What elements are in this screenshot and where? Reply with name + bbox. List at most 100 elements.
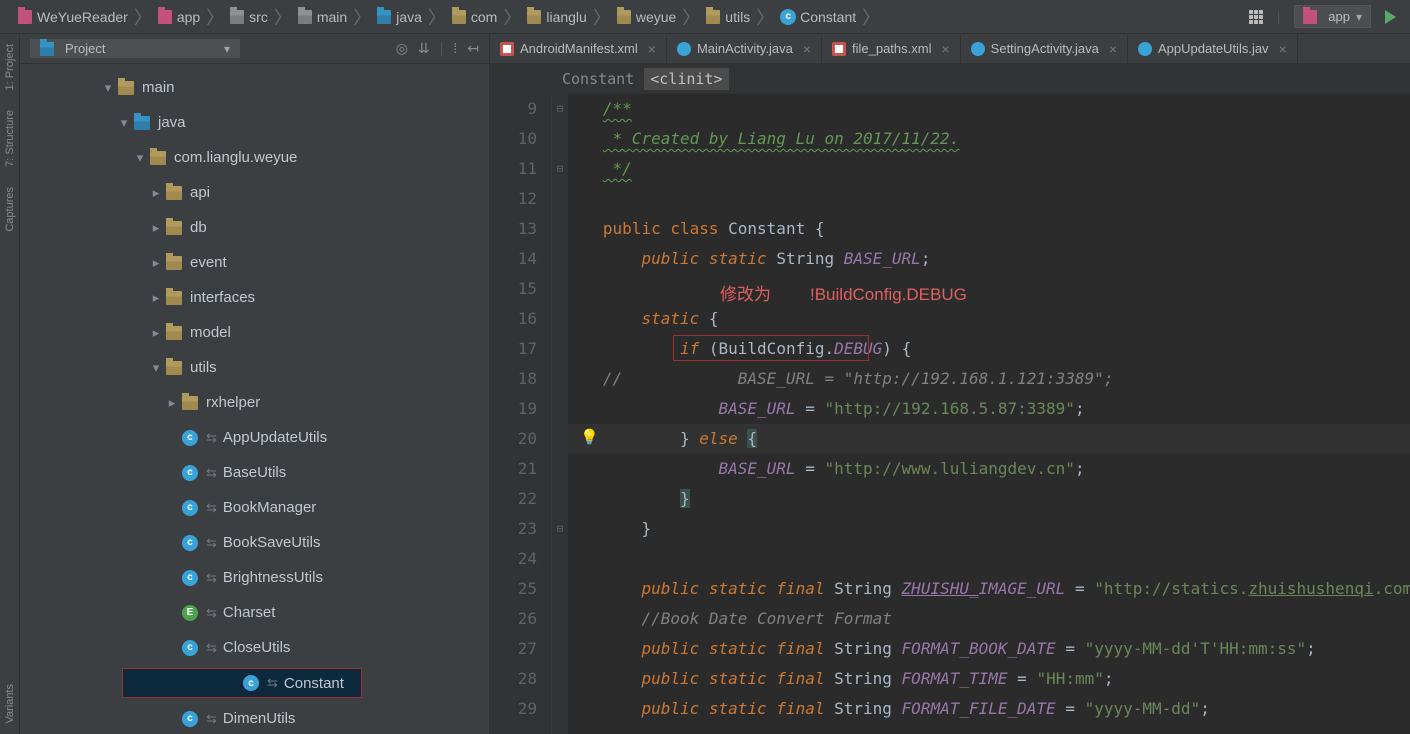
fold-column[interactable]: ⊟ ⊟ ⊟ [552, 94, 568, 734]
code-line[interactable] [568, 274, 1410, 304]
code-line[interactable]: public static final String FORMAT_FILE_D… [568, 694, 1410, 724]
expand-arrow-icon[interactable]: ▸ [166, 395, 178, 411]
expand-arrow-icon[interactable]: ▾ [118, 115, 130, 131]
tree-node[interactable]: c⇆DimenUtils [20, 701, 489, 734]
breadcrumb-item[interactable]: src [226, 9, 272, 25]
fold-marker[interactable] [552, 274, 568, 304]
fold-marker[interactable] [552, 484, 568, 514]
code-line[interactable]: */ [568, 154, 1410, 184]
fold-marker[interactable] [552, 604, 568, 634]
breadcrumb-item[interactable]: weyue [613, 9, 680, 25]
code-line[interactable]: * Created by Liang Lu on 2017/11/22. [568, 124, 1410, 154]
editor-tab[interactable]: AndroidManifest.xml× [490, 34, 667, 63]
close-icon[interactable]: × [1275, 41, 1287, 57]
code-line[interactable]: if (BuildConfig.DEBUG) { [568, 334, 1410, 364]
code-line[interactable]: // BASE_URL = "http://192.168.1.121:3389… [568, 364, 1410, 394]
fold-marker[interactable] [552, 184, 568, 214]
tree-node[interactable]: E⇆Charset [20, 595, 489, 630]
fold-marker[interactable] [552, 244, 568, 274]
tree-node[interactable]: ▾com.lianglu.weyue [20, 140, 489, 175]
fold-marker[interactable] [552, 634, 568, 664]
expand-arrow-icon[interactable]: ▸ [150, 185, 162, 201]
tree-node[interactable]: ▸api [20, 175, 489, 210]
breadcrumb-item[interactable]: lianglu [523, 9, 590, 25]
intention-bulb-icon[interactable]: 💡 [580, 422, 599, 452]
close-icon[interactable]: × [937, 41, 949, 57]
grid-icon[interactable] [1249, 10, 1263, 24]
breadcrumb-item[interactable]: app [154, 9, 204, 25]
tool-tab-captures[interactable]: Captures [3, 177, 17, 242]
fold-marker[interactable] [552, 664, 568, 694]
expand-arrow-icon[interactable]: ▸ [150, 325, 162, 341]
code-line[interactable]: public static final String FORMAT_TIME =… [568, 664, 1410, 694]
fold-marker[interactable]: ⊟ [552, 94, 568, 124]
code-line[interactable]: BASE_URL = "http://www.luliangdev.cn"; [568, 454, 1410, 484]
tree-node[interactable]: ▸db [20, 210, 489, 245]
expand-arrow-icon[interactable]: ▾ [134, 150, 146, 166]
fold-marker[interactable] [552, 214, 568, 244]
tree-node[interactable]: c⇆BaseUtils [20, 455, 489, 490]
code-line[interactable]: public class Constant { [568, 214, 1410, 244]
expand-arrow-icon[interactable]: ▸ [150, 220, 162, 236]
breadcrumb-item[interactable]: WeYueReader [14, 9, 132, 25]
tree-node[interactable]: c⇆CloseUtils [20, 630, 489, 665]
fold-marker[interactable] [552, 124, 568, 154]
fold-marker[interactable] [552, 334, 568, 364]
close-icon[interactable]: × [799, 41, 811, 57]
run-button[interactable] [1385, 10, 1396, 24]
expand-arrow-icon[interactable]: ▸ [150, 255, 162, 271]
fold-marker[interactable] [552, 544, 568, 574]
tool-tab-structure[interactable]: 7: Structure [3, 100, 17, 177]
fold-marker[interactable] [552, 694, 568, 724]
tree-node[interactable]: c⇆AppUpdateUtils [20, 420, 489, 455]
code-body[interactable]: 修改为 !BuildConfig.DEBUG /** * Created by … [568, 94, 1410, 734]
editor-tab[interactable]: SettingActivity.java× [961, 34, 1128, 63]
panel-view-selector[interactable]: Project ▾ [30, 39, 240, 58]
editor-tab[interactable]: AppUpdateUtils.jav× [1128, 34, 1298, 63]
fold-marker[interactable]: ⊟ [552, 154, 568, 184]
close-icon[interactable]: × [644, 41, 656, 57]
expand-arrow-icon[interactable]: ▾ [102, 80, 114, 96]
fold-marker[interactable] [552, 394, 568, 424]
breadcrumb-item[interactable]: com [448, 9, 501, 25]
tree-node[interactable]: c⇆BookManager [20, 490, 489, 525]
tree-node[interactable]: ▸model [20, 315, 489, 350]
run-configuration-selector[interactable]: app ▾ [1294, 5, 1371, 28]
tree-node[interactable]: ▸event [20, 245, 489, 280]
close-icon[interactable]: × [1105, 41, 1117, 57]
code-line[interactable]: } [568, 484, 1410, 514]
editor-tab[interactable]: MainActivity.java× [667, 34, 822, 63]
code-line[interactable]: //Book Date Convert Format [568, 604, 1410, 634]
crumb-class[interactable]: Constant [562, 70, 634, 88]
tree-node[interactable]: ▸interfaces [20, 280, 489, 315]
tree-node[interactable]: ▾main [20, 70, 489, 105]
tree-node[interactable]: c⇆BookSaveUtils [20, 525, 489, 560]
code-line[interactable] [568, 184, 1410, 214]
code-line[interactable] [568, 544, 1410, 574]
fold-marker[interactable]: ⊟ [552, 514, 568, 544]
tree-node[interactable]: ▾java [20, 105, 489, 140]
project-tree[interactable]: ▾main▾java▾com.lianglu.weyue▸api▸db▸even… [20, 64, 489, 734]
code-area[interactable]: 9101112131415161718192021222324252627282… [490, 94, 1410, 734]
breadcrumb-item[interactable]: utils [702, 9, 754, 25]
expand-arrow-icon[interactable]: ▸ [150, 290, 162, 306]
target-icon[interactable]: ◎ [396, 40, 408, 57]
fold-marker[interactable] [552, 304, 568, 334]
code-line[interactable]: } else { [568, 424, 1410, 454]
editor-tab[interactable]: file_paths.xml× [822, 34, 961, 63]
tool-tab-variants[interactable]: Variants [3, 674, 17, 734]
tree-node[interactable]: c⇆Constant [122, 668, 362, 698]
tree-node[interactable]: c⇆BrightnessUtils [20, 560, 489, 595]
tree-node[interactable]: ▾utils [20, 350, 489, 385]
fold-marker[interactable] [552, 364, 568, 394]
code-line[interactable]: /** [568, 94, 1410, 124]
breadcrumb-item[interactable]: java [373, 9, 426, 25]
hide-icon[interactable]: ↤ [467, 40, 479, 57]
tree-node[interactable]: ▸rxhelper [20, 385, 489, 420]
settings-icon[interactable]: ⁞ [453, 40, 457, 57]
expand-arrow-icon[interactable]: ▾ [150, 360, 162, 376]
code-line[interactable]: static { [568, 304, 1410, 334]
code-line[interactable]: public static final String FORMAT_BOOK_D… [568, 634, 1410, 664]
code-line[interactable]: public static final String ZHUISHU_IMAGE… [568, 574, 1410, 604]
code-line[interactable]: public static String BASE_URL; [568, 244, 1410, 274]
